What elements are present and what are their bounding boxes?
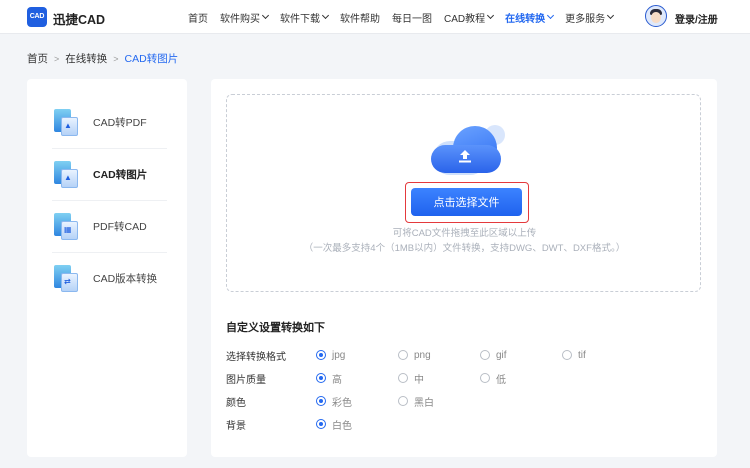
breadcrumb-home[interactable]: 首页: [27, 51, 48, 66]
radio-icon[interactable]: [480, 373, 490, 383]
settings-row-label: 颜色: [226, 397, 246, 409]
nav-item-label: CAD教程: [444, 13, 486, 25]
sidebar-item-pdf-to-cad[interactable]: ▦ PDF转CAD: [52, 200, 167, 252]
nav-item-6[interactable]: 在线转换: [505, 0, 555, 34]
upload-limit-hint: （一次最多支持4个（1MB以内）文件转换，支持DWG、DWT、DXF格式。）: [303, 243, 626, 254]
top-header: CAD 迅捷CAD 首页 软件购买 软件下载 软件帮助 每日一图 CAD教程 在线转换 更多服…: [0, 0, 750, 34]
radio-option-label: gif: [496, 349, 507, 361]
select-file-button[interactable]: 点击选择文件: [411, 188, 522, 216]
upload-button-highlight: 点击选择文件: [405, 182, 529, 223]
radio-option[interactable]: tif: [562, 350, 586, 361]
avatar-face: [651, 12, 661, 23]
upload-arrow-icon: [459, 150, 471, 163]
chevron-down-icon: [607, 11, 615, 20]
sidebar-item-label: CAD版本转换: [93, 272, 158, 285]
radio-icon[interactable]: [398, 350, 408, 360]
radio-option[interactable]: 白色: [316, 417, 352, 432]
radio-option-label: 彩色: [332, 397, 352, 409]
settings-title: 自定义设置转换如下: [226, 322, 325, 334]
main-panel: 点击选择文件 可将CAD文件拖拽至此区域以上传 （一次最多支持4个（1MB以内）…: [211, 79, 717, 457]
sidebar-item-label: PDF转CAD: [93, 220, 147, 233]
radio-icon[interactable]: [398, 373, 408, 383]
radio-option[interactable]: png: [398, 350, 431, 361]
brand-name[interactable]: 迅捷CAD: [53, 9, 105, 28]
radio-option[interactable]: 黑白: [398, 394, 434, 409]
settings-row-label: 选择转换格式: [226, 351, 286, 363]
radio-option[interactable]: 中: [398, 371, 424, 386]
radio-option[interactable]: jpg: [316, 350, 345, 361]
breadcrumb-current: CAD转图片: [124, 53, 179, 65]
settings-row: 选择转换格式 jpg png gif tif: [226, 347, 696, 363]
settings-row: 背景 白色: [226, 416, 696, 432]
breadcrumb-online-convert[interactable]: 在线转换: [65, 51, 107, 66]
chevron-down-icon: [487, 11, 495, 20]
breadcrumb-sep-icon: >: [54, 53, 60, 64]
cad-to-image-icon: ▲: [52, 160, 79, 188]
nav-item-label: 软件购买: [220, 13, 260, 25]
nav-item-3[interactable]: 软件帮助: [340, 0, 380, 34]
nav-item-label: 首页: [188, 13, 208, 25]
chevron-down-icon: [547, 11, 555, 20]
logo-icon[interactable]: CAD: [27, 7, 47, 27]
radio-option-label: png: [414, 349, 431, 361]
nav-item-0[interactable]: 首页: [188, 0, 208, 34]
upload-hint: 可将CAD文件拖拽至此区域以上传: [392, 228, 537, 239]
settings-row: 颜色 彩色 黑白: [226, 393, 696, 409]
breadcrumb-sep-icon: >: [113, 53, 119, 64]
upload-dropzone[interactable]: 点击选择文件 可将CAD文件拖拽至此区域以上传 （一次最多支持4个（1MB以内）…: [226, 94, 701, 292]
radio-option-label: 中: [414, 374, 424, 386]
radio-option-label: 白色: [332, 420, 352, 432]
settings-row-label: 背景: [226, 420, 246, 432]
nav-item-2[interactable]: 软件下载: [280, 0, 330, 34]
radio-option[interactable]: 低: [480, 371, 506, 386]
main-nav: 首页 软件购买 软件下载 软件帮助 每日一图 CAD教程 在线转换 更多服务: [188, 0, 625, 34]
nav-item-5[interactable]: CAD教程: [444, 0, 495, 34]
sidebar-item-cad-to-pdf[interactable]: ▲ CAD转PDF: [52, 96, 167, 148]
nav-item-4[interactable]: 每日一图: [392, 0, 432, 34]
sidebar-item-label: CAD转图片: [93, 168, 148, 181]
cloud-upload-icon: [425, 123, 515, 181]
radio-icon[interactable]: [316, 350, 326, 360]
radio-option-label: jpg: [332, 349, 346, 361]
nav-item-label: 每日一图: [392, 13, 432, 25]
sidebar-item-label: CAD转PDF: [93, 116, 147, 129]
avatar[interactable]: [645, 5, 667, 27]
nav-item-1[interactable]: 软件购买: [220, 0, 270, 34]
radio-icon[interactable]: [562, 350, 572, 360]
chevron-down-icon: [321, 11, 330, 20]
pdf-to-cad-icon: ▦: [52, 212, 79, 240]
radio-icon[interactable]: [316, 396, 326, 406]
cad-to-pdf-icon: ▲: [52, 108, 79, 136]
nav-item-label: 在线转换: [505, 13, 546, 25]
radio-icon[interactable]: [316, 373, 326, 383]
radio-icon[interactable]: [398, 396, 408, 406]
breadcrumb: 首页 > 在线转换 > CAD转图片: [27, 51, 178, 66]
sidebar-item-cad-version[interactable]: ⇄ CAD版本转换: [52, 252, 167, 304]
sidebar: ▲ CAD转PDF ▲ CAD转图片 ▦ PDF转CAD ⇄ CAD版本转换: [27, 79, 187, 457]
nav-item-label: 软件下载: [280, 13, 320, 25]
login-register-link[interactable]: 登录/注册: [675, 11, 718, 26]
nav-item-label: 更多服务: [565, 13, 606, 25]
radio-icon[interactable]: [480, 350, 490, 360]
radio-icon[interactable]: [316, 419, 326, 429]
settings-row-label: 图片质量: [226, 374, 266, 386]
nav-item-label: 软件帮助: [340, 13, 380, 25]
radio-option-label: tif: [578, 349, 586, 361]
cad-version-icon: ⇄: [52, 264, 79, 292]
chevron-down-icon: [261, 11, 270, 20]
radio-option[interactable]: gif: [480, 350, 507, 361]
radio-option[interactable]: 高: [316, 371, 342, 386]
radio-option-label: 高: [332, 374, 342, 386]
radio-option-label: 低: [496, 374, 506, 386]
sidebar-item-cad-to-image[interactable]: ▲ CAD转图片: [52, 148, 167, 200]
radio-option-label: 黑白: [414, 397, 434, 409]
nav-item-7[interactable]: 更多服务: [565, 0, 615, 34]
settings-row: 图片质量 高 中 低: [226, 370, 696, 386]
radio-option[interactable]: 彩色: [316, 394, 352, 409]
